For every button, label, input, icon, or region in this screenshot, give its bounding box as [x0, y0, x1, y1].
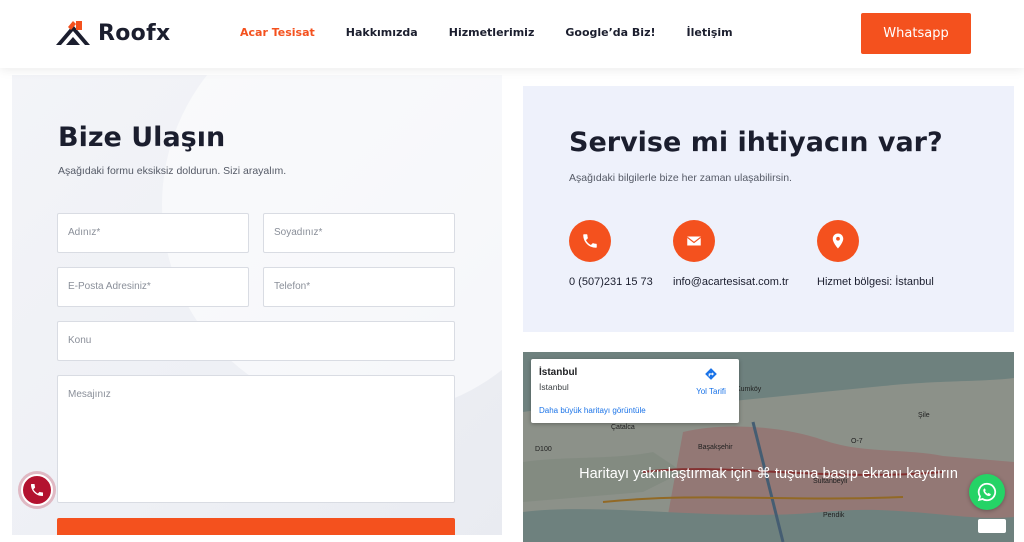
place-subtitle: İstanbul: [539, 382, 569, 392]
whatsapp-button[interactable]: Whatsapp: [861, 13, 971, 54]
map-place-card: İstanbul İstanbul Daha büyük haritayı gö…: [531, 359, 739, 423]
phone-number[interactable]: 0 (507)231 15 73: [569, 276, 653, 288]
last-name-field[interactable]: Soyadınız*: [263, 213, 455, 253]
directions-button[interactable]: Yol Tarifi: [691, 367, 731, 396]
phone-icon[interactable]: [569, 220, 611, 262]
location-pin-icon[interactable]: [817, 220, 859, 262]
service-region: Hizmet bölgesi: İstanbul: [817, 276, 934, 288]
form-title: Bize Ulaşın: [58, 122, 226, 153]
nav-item-contact[interactable]: İletişim: [687, 26, 733, 39]
floating-call-button[interactable]: [21, 474, 53, 506]
google-map[interactable]: Kumköy Şile Çatalca Başakşehir Sultanbey…: [523, 352, 1014, 542]
service-info-panel: Servise mi ihtiyacın var? Aşağıdaki bilg…: [523, 86, 1014, 332]
envelope-icon[interactable]: [673, 220, 715, 262]
nav-item-google[interactable]: Google’da Biz!: [565, 26, 655, 39]
whatsapp-icon: [977, 482, 997, 502]
phone-field[interactable]: Telefon*: [263, 267, 455, 307]
site-header: Roofx Acar Tesisat Hakkımızda Hizmetleri…: [0, 0, 1024, 68]
email-field[interactable]: E-Posta Adresiniz*: [57, 267, 249, 307]
subject-field[interactable]: Konu: [57, 321, 455, 361]
place-title: İstanbul: [539, 367, 578, 378]
info-title: Servise mi ihtiyacın var?: [569, 127, 943, 158]
nav-item-about[interactable]: Hakkımızda: [346, 26, 418, 39]
nav-item-acar-tesisat[interactable]: Acar Tesisat: [240, 26, 315, 39]
nav-item-services[interactable]: Hizmetlerimiz: [449, 26, 535, 39]
map-zoom-control[interactable]: [978, 519, 1006, 533]
info-subtitle: Aşağıdaki bilgilerle bize her zaman ulaş…: [569, 172, 792, 184]
submit-button[interactable]: [57, 518, 455, 535]
brand-logo[interactable]: Roofx: [54, 17, 170, 49]
message-field[interactable]: Mesajınız: [57, 375, 455, 503]
directions-icon: [705, 368, 717, 380]
roof-logo-icon: [56, 21, 90, 45]
contact-form-panel: Bize Ulaşın Aşağıdaki formu eksiksiz dol…: [12, 75, 502, 535]
email-address[interactable]: info@acartesisat.com.tr: [673, 276, 789, 288]
main-nav: Acar Tesisat Hakkımızda Hizmetlerimiz Go…: [240, 26, 764, 39]
first-name-field[interactable]: Adınız*: [57, 213, 249, 253]
directions-label: Yol Tarifi: [696, 387, 726, 396]
form-subtitle: Aşağıdaki formu eksiksiz doldurun. Sizi …: [58, 165, 287, 177]
map-scroll-hint: Haritayı yakınlaştırmak için ⌘ tuşuna ba…: [579, 466, 958, 482]
phone-icon: [31, 484, 43, 496]
larger-map-link[interactable]: Daha büyük haritayı görüntüle: [539, 406, 646, 415]
floating-whatsapp-button[interactable]: [969, 474, 1005, 510]
brand-name: Roofx: [98, 20, 171, 46]
